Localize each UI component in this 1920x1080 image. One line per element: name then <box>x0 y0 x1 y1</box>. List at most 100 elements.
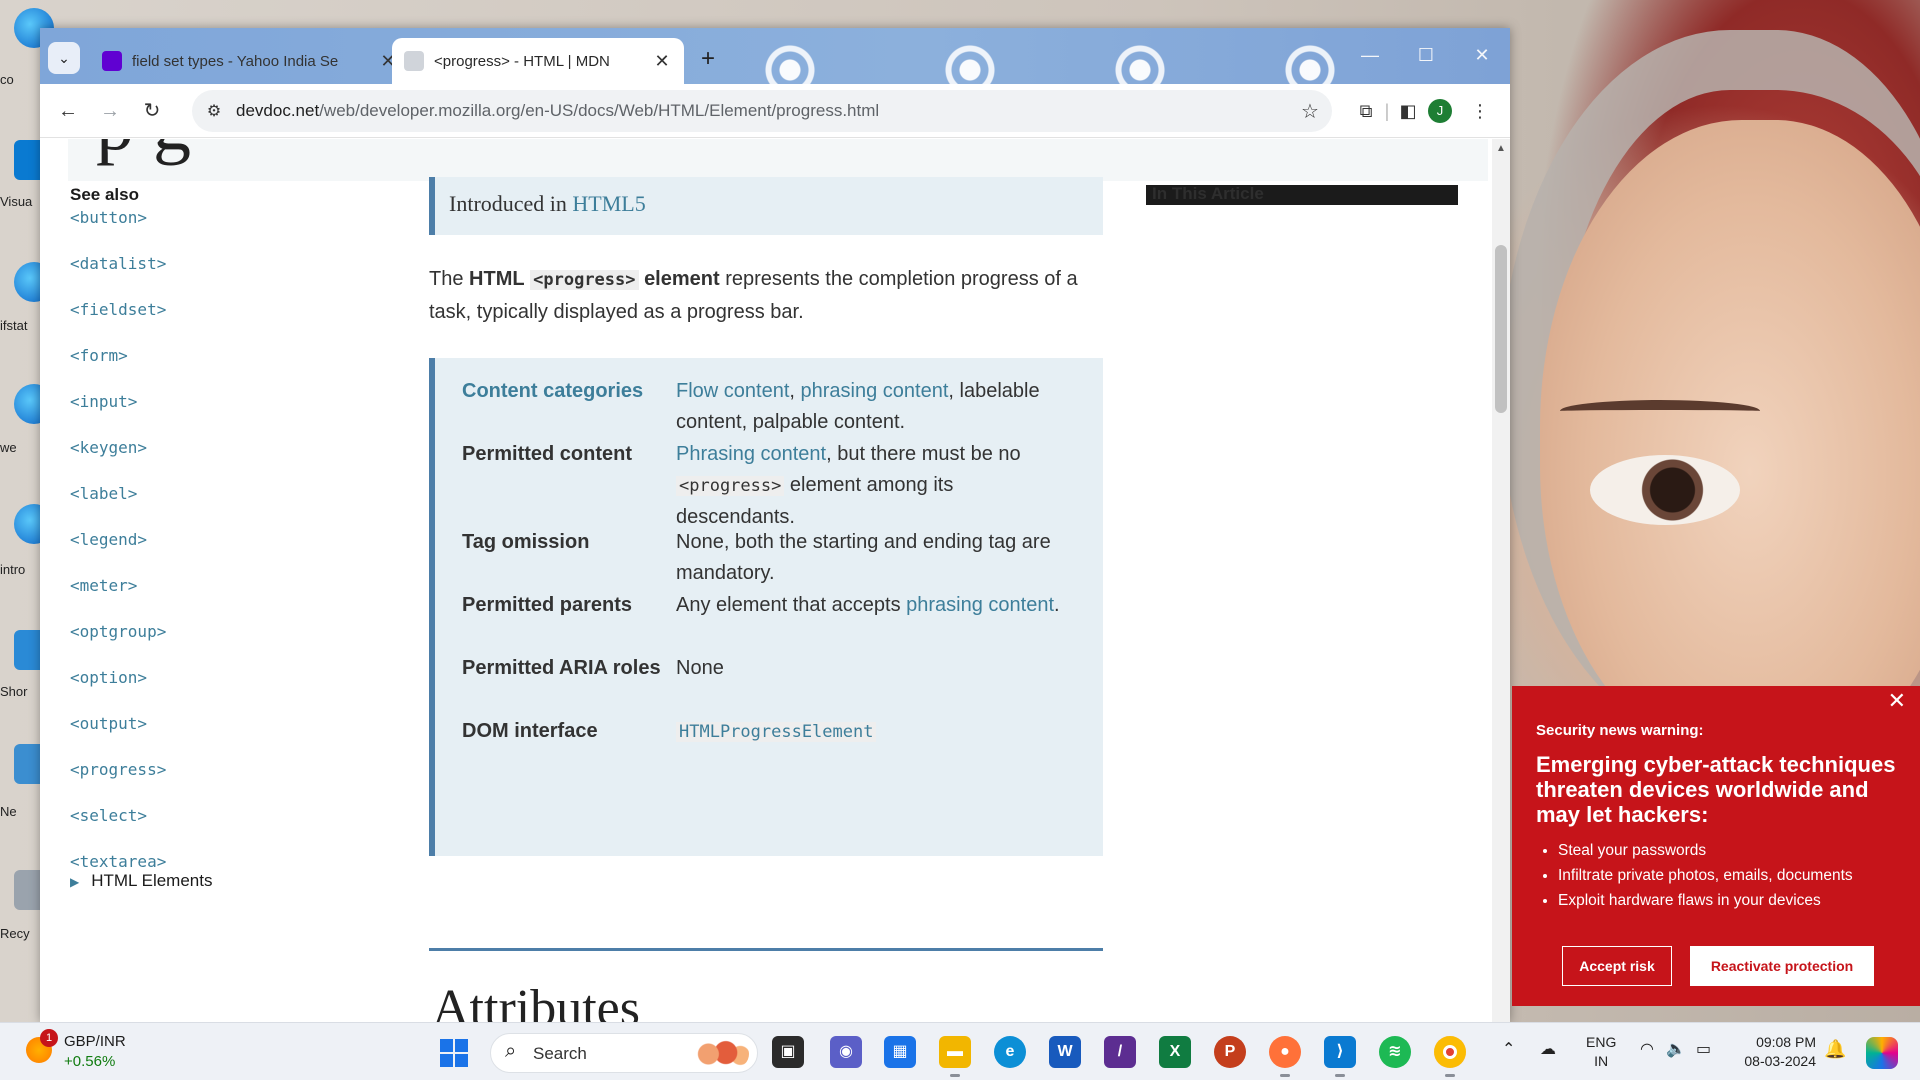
browser-toolbar: ← → ↻ ⚙ devdoc.net/web/developer.mozilla… <box>40 84 1510 138</box>
language-indicator[interactable]: ENG IN <box>1586 1033 1616 1071</box>
site-info-icon[interactable]: ⚙ <box>192 101 236 121</box>
prop-value: None, both the starting and ending tag a… <box>676 531 1051 584</box>
volume-icon[interactable]: 🔈 <box>1666 1039 1686 1059</box>
popup-bullet: Infiltrate private photos, emails, docum… <box>1558 863 1853 888</box>
address-bar[interactable]: ⚙ devdoc.net/web/developer.mozilla.org/e… <box>192 90 1332 132</box>
task-view-icon[interactable]: ▣ <box>772 1036 804 1068</box>
onedrive-icon[interactable]: ☁ <box>1540 1039 1556 1059</box>
sidebar-link[interactable]: <meter> <box>70 575 400 621</box>
phrasing-content-link[interactable]: Phrasing content <box>676 443 826 465</box>
minimize-button[interactable]: — <box>1342 28 1398 84</box>
taskbar-search[interactable]: ⌕ Search <box>490 1033 758 1073</box>
desktop-icon-label: co <box>0 72 14 87</box>
accept-risk-button[interactable]: Accept risk <box>1562 946 1672 986</box>
maximize-icon: ☐ <box>1417 45 1435 65</box>
in-this-article-box[interactable]: In This Article <box>1146 185 1458 205</box>
html5-link[interactable]: HTML5 <box>572 191 645 216</box>
sidebar-link[interactable]: <input> <box>70 391 400 437</box>
chrome-icon[interactable] <box>1434 1036 1466 1077</box>
teams-icon[interactable]: ◉ <box>830 1036 862 1068</box>
reactivate-protection-button[interactable]: Reactivate protection <box>1690 946 1874 986</box>
close-icon[interactable]: ✕ <box>1888 688 1906 714</box>
wallpaper-brow <box>1560 400 1760 422</box>
word-icon[interactable]: W <box>1049 1036 1081 1068</box>
popup-bullet: Exploit hardware flaws in your devices <box>1558 888 1853 913</box>
extensions-button[interactable]: ⧉ <box>1352 97 1380 125</box>
scroll-up-icon[interactable]: ▲ <box>1496 143 1506 154</box>
store-icon[interactable]: ▦ <box>884 1036 916 1068</box>
address-path: /web/developer.mozilla.org/en-US/docs/We… <box>319 101 880 120</box>
language-line: ENG <box>1586 1034 1617 1050</box>
see-also-heading: See also <box>70 185 139 204</box>
sidebar-link[interactable]: <optgroup> <box>70 621 400 667</box>
tab-strip: ⌄ field set types - Yahoo India Se ✕ <pr… <box>40 28 1510 110</box>
close-window-button[interactable]: ✕ <box>1454 28 1510 84</box>
desktop-icon-label: ifstat <box>0 318 28 333</box>
vscode-icon[interactable]: ⟩ <box>1324 1036 1356 1077</box>
dom-interface-link[interactable]: HTMLProgressElement <box>676 722 877 742</box>
excel-icon[interactable]: X <box>1159 1036 1191 1068</box>
sidebar-link[interactable]: <select> <box>70 805 400 851</box>
tab-mdn-progress[interactable]: <progress> - HTML | MDN ✕ <box>392 38 684 84</box>
phrasing-content-link[interactable]: phrasing content <box>906 594 1054 616</box>
copilot-icon[interactable] <box>1866 1037 1898 1069</box>
page-title-fragment: p g <box>96 139 191 168</box>
page-content: p g See also <button> <datalist> <fields… <box>40 139 1492 1022</box>
wallpaper-eye <box>1590 455 1740 525</box>
visual-studio-icon[interactable]: / <box>1104 1036 1136 1068</box>
tab-yahoo[interactable]: field set types - Yahoo India Se ✕ <box>90 38 410 84</box>
start-button[interactable] <box>440 1039 468 1067</box>
scrollbar-thumb[interactable] <box>1495 245 1507 413</box>
popup-label: Security news warning: <box>1536 722 1704 739</box>
sidebar-tree-html-elements[interactable]: ▶ HTML Elements <box>70 871 400 891</box>
new-tab-button[interactable]: + <box>692 44 724 76</box>
maximize-button[interactable]: ☐ <box>1398 28 1454 84</box>
battery-icon[interactable]: ▭ <box>1696 1039 1711 1059</box>
prop-value: None <box>676 657 724 679</box>
phrasing-content-link[interactable]: phrasing content <box>801 380 949 402</box>
wifi-icon[interactable]: ◠ <box>1640 1039 1654 1059</box>
edge-icon[interactable]: e <box>994 1036 1026 1068</box>
sidebar: See also <button> <datalist> <fieldset> … <box>70 185 400 891</box>
scrollbar[interactable]: ▲ <box>1492 139 1510 1022</box>
sidebar-link[interactable]: <progress> <box>70 759 400 805</box>
side-panel-button[interactable]: ◧ <box>1394 97 1422 125</box>
browser-window: ⌄ field set types - Yahoo India Se ✕ <pr… <box>40 28 1510 1022</box>
sidebar-link[interactable]: <output> <box>70 713 400 759</box>
reload-button[interactable]: ↻ <box>136 95 168 127</box>
browser-menu-button[interactable]: ⋮ <box>1466 97 1494 125</box>
profile-avatar[interactable]: J <box>1428 99 1452 123</box>
sidebar-link[interactable]: <datalist> <box>70 253 400 299</box>
tab-search-button[interactable]: ⌄ <box>48 42 80 74</box>
close-icon: ✕ <box>1474 45 1490 65</box>
security-warning-popup: ✕ Security news warning: Emerging cyber-… <box>1512 686 1920 1006</box>
sidebar-link[interactable]: <button> <box>70 207 400 253</box>
clock[interactable]: 09:08 PM 08-03-2024 <box>1740 1033 1816 1071</box>
prop-key: DOM interface <box>462 720 598 742</box>
back-button[interactable]: ← <box>52 95 84 127</box>
desktop-icon-label: Visua <box>0 194 33 209</box>
address-url[interactable]: devdoc.net/web/developer.mozilla.org/en-… <box>236 101 1288 121</box>
bell-icon[interactable]: 🔔 <box>1824 1039 1846 1060</box>
powerpoint-icon[interactable]: P <box>1214 1036 1246 1068</box>
file-explorer-icon[interactable]: ▬ <box>939 1036 971 1077</box>
spotify-icon[interactable]: ≋ <box>1379 1036 1411 1068</box>
sidebar-link[interactable]: <label> <box>70 483 400 529</box>
widgets-button[interactable]: 1 GBP/INR +0.56% <box>24 1029 164 1075</box>
close-tab-icon[interactable]: ✕ <box>652 51 672 72</box>
notification-badge: 1 <box>40 1029 58 1047</box>
firefox-icon[interactable]: ● <box>1269 1036 1301 1077</box>
bookmark-star-icon[interactable]: ☆ <box>1288 99 1332 124</box>
sidebar-link[interactable]: <legend> <box>70 529 400 575</box>
reload-icon: ↻ <box>143 100 161 122</box>
prop-key: Permitted ARIA roles <box>462 657 661 679</box>
minimize-icon: — <box>1361 45 1379 65</box>
sidebar-link[interactable]: <form> <box>70 345 400 391</box>
forward-button[interactable]: → <box>94 95 126 127</box>
sidebar-link[interactable]: <keygen> <box>70 437 400 483</box>
chevron-up-icon[interactable]: ⌃ <box>1502 1039 1515 1059</box>
sidebar-link[interactable]: <option> <box>70 667 400 713</box>
flow-content-link[interactable]: Flow content <box>676 380 789 402</box>
sidebar-link[interactable]: <fieldset> <box>70 299 400 345</box>
lead-element: element <box>644 268 720 290</box>
